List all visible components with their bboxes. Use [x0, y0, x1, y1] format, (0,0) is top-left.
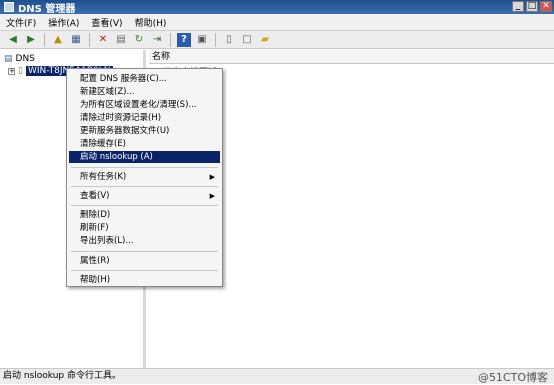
menu-item-all-tasks[interactable]: 所有任务(K) ▶: [69, 171, 220, 183]
record-icon[interactable]: □: [240, 33, 254, 47]
toolbar-separator: [215, 32, 216, 47]
menu-bar: 文件(F) 操作(A) 查看(V) 帮助(H): [0, 14, 554, 31]
menu-item-configure-dns[interactable]: 配置 DNS 服务器(C)...: [69, 73, 220, 85]
menu-separator: [71, 251, 218, 252]
title-bar: DNS 管理器 _ □ ✕: [0, 0, 554, 15]
menu-item-set-aging[interactable]: 为所有区域设置老化/清理(S)...: [69, 99, 220, 111]
back-icon[interactable]: ◀: [6, 33, 20, 47]
menu-item-properties[interactable]: 属性(R): [69, 255, 220, 267]
menu-item-help[interactable]: 帮助(H): [69, 274, 220, 286]
menu-action[interactable]: 操作(A): [48, 16, 79, 29]
console-icon[interactable]: ▦: [69, 33, 83, 47]
menu-help[interactable]: 帮助(H): [135, 16, 167, 29]
context-menu: 配置 DNS 服务器(C)... 新建区域(Z)... 为所有区域设置老化/清理…: [66, 68, 223, 287]
refresh-icon[interactable]: ↻: [132, 33, 146, 47]
menu-item-scavenge[interactable]: 清除过时资源记录(H): [69, 112, 220, 124]
view-label: 查看(V): [80, 191, 110, 201]
window-title: DNS 管理器: [18, 3, 76, 15]
menu-item-launch-nslookup[interactable]: 启动 nslookup (A): [69, 151, 220, 163]
delete-icon[interactable]: ✕: [96, 33, 110, 47]
toolbar-separator: [89, 32, 90, 47]
submenu-arrow-icon: ▶: [209, 173, 215, 181]
menu-separator: [71, 167, 218, 168]
server-icon[interactable]: ▯: [222, 33, 236, 47]
expand-icon[interactable]: +: [8, 67, 15, 75]
submenu-arrow-icon: ▶: [209, 192, 215, 200]
tree-root-label: DNS: [15, 54, 35, 64]
menu-item-view[interactable]: 查看(V) ▶: [69, 190, 220, 202]
all-tasks-label: 所有任务(K): [80, 172, 127, 182]
menu-item-refresh[interactable]: 刷新(F): [69, 222, 220, 234]
forward-icon[interactable]: ▶: [24, 33, 38, 47]
close-button[interactable]: ✕: [540, 1, 552, 12]
export-icon[interactable]: ⇥: [150, 33, 164, 47]
toolbar: ◀ ▶ ▲ ▦ ✕ ▤ ↻ ⇥ ? ▣ ▯ □ ▰: [0, 31, 554, 49]
server-icon: ▯: [18, 66, 23, 76]
watermark-text: @51CTO博客: [477, 371, 548, 384]
menu-separator: [71, 205, 218, 206]
dns-icon: ▤: [4, 54, 13, 64]
menu-item-clear-cache[interactable]: 清除缓存(E): [69, 138, 220, 150]
tree-item-dns[interactable]: ▤ DNS: [4, 54, 35, 64]
menu-separator: [71, 186, 218, 187]
properties-icon[interactable]: ▤: [114, 33, 128, 47]
view-icon[interactable]: ▣: [195, 33, 209, 47]
column-header-name[interactable]: 名称: [149, 50, 554, 64]
menu-separator: [71, 270, 218, 271]
menu-item-delete[interactable]: 删除(D): [69, 209, 220, 221]
maximize-button[interactable]: □: [526, 1, 538, 12]
help-icon[interactable]: ?: [177, 32, 191, 47]
folder-icon[interactable]: ▰: [258, 33, 272, 47]
menu-view[interactable]: 查看(V): [91, 16, 122, 29]
menu-item-update-data-files[interactable]: 更新服务器数据文件(U): [69, 125, 220, 137]
minimize-button[interactable]: _: [512, 1, 524, 12]
toolbar-separator: [170, 32, 171, 47]
status-bar: 启动 nslookup 命令行工具。: [0, 368, 554, 384]
toolbar-separator: [44, 32, 45, 47]
window-controls: _ □ ✕: [512, 1, 552, 12]
menu-item-new-zone[interactable]: 新建区域(Z)...: [69, 86, 220, 98]
menu-file[interactable]: 文件(F): [6, 16, 36, 29]
dns-app-icon: [4, 2, 14, 12]
up-icon[interactable]: ▲: [51, 33, 65, 47]
menu-item-export-list[interactable]: 导出列表(L)...: [69, 235, 220, 247]
